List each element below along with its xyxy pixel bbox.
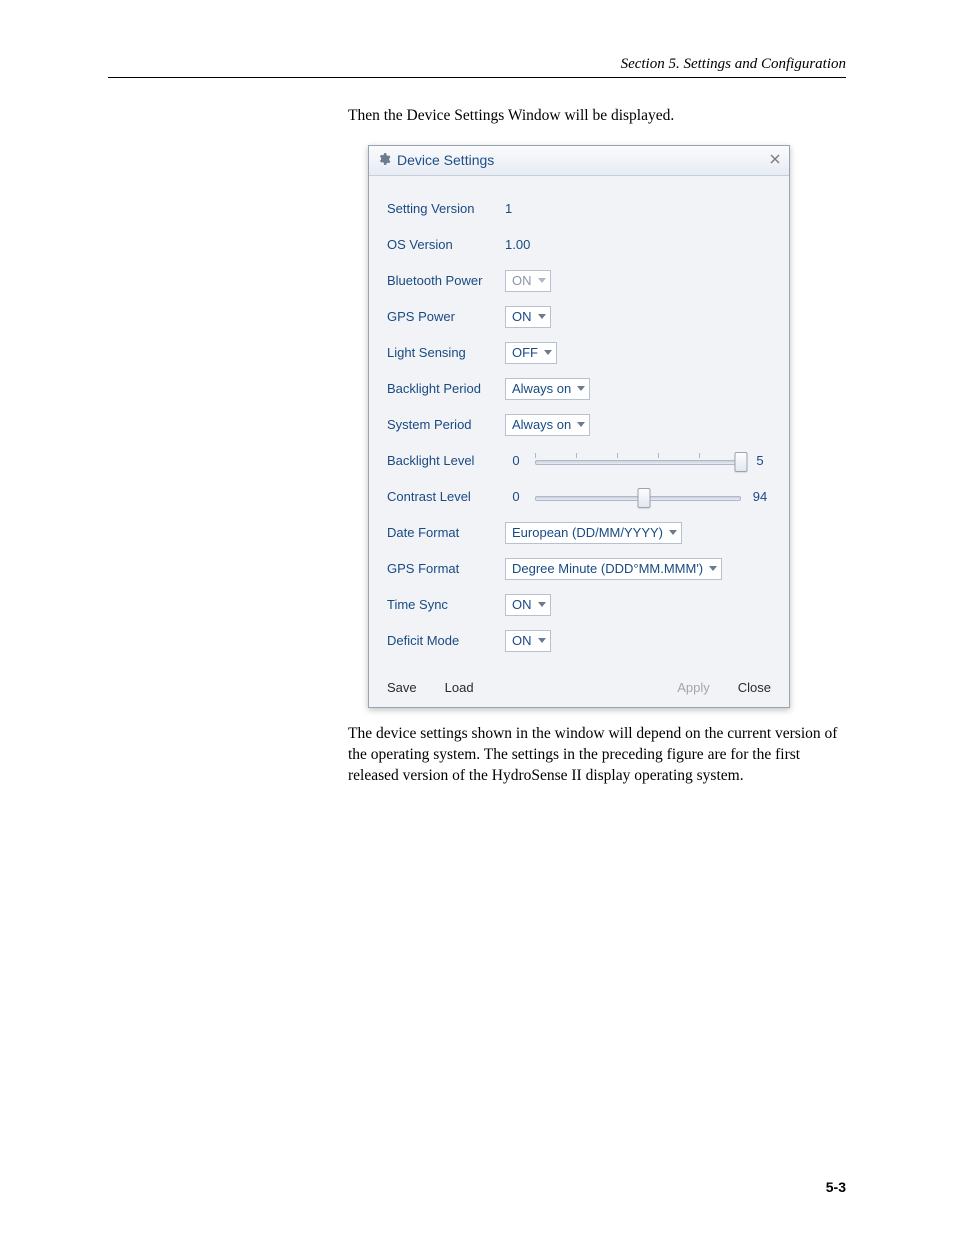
save-button[interactable]: Save bbox=[387, 680, 417, 695]
combo-gps-power[interactable]: ON bbox=[505, 306, 551, 328]
combo-deficit-mode-value: ON bbox=[512, 633, 532, 649]
slider-contrast-level[interactable] bbox=[535, 487, 741, 507]
combo-gps-format-value: Degree Minute (DDD°MM.MMM') bbox=[512, 561, 703, 577]
combo-time-sync[interactable]: ON bbox=[505, 594, 551, 616]
dialog-title: Device Settings bbox=[397, 152, 769, 168]
label-os-version: OS Version bbox=[387, 237, 505, 252]
contrast-level-min: 0 bbox=[505, 489, 527, 504]
backlight-level-max: 5 bbox=[749, 453, 771, 468]
combo-bluetooth-power-value: ON bbox=[512, 273, 532, 289]
combo-deficit-mode[interactable]: ON bbox=[505, 630, 551, 652]
chevron-down-icon bbox=[538, 278, 546, 283]
chevron-down-icon bbox=[538, 602, 546, 607]
dialog-body: Setting Version 1 OS Version 1.00 Blueto… bbox=[369, 176, 789, 670]
backlight-level-min: 0 bbox=[505, 453, 527, 468]
chevron-down-icon bbox=[538, 314, 546, 319]
row-gps-power: GPS Power ON bbox=[387, 304, 771, 330]
dialog-titlebar[interactable]: Device Settings bbox=[369, 146, 789, 176]
combo-gps-format[interactable]: Degree Minute (DDD°MM.MMM') bbox=[505, 558, 722, 580]
label-backlight-level: Backlight Level bbox=[387, 453, 505, 468]
combo-light-sensing-value: OFF bbox=[512, 345, 538, 361]
chevron-down-icon bbox=[709, 566, 717, 571]
load-button[interactable]: Load bbox=[445, 680, 474, 695]
label-system-period: System Period bbox=[387, 417, 505, 432]
header-rule bbox=[108, 77, 846, 78]
label-backlight-period: Backlight Period bbox=[387, 381, 505, 396]
row-date-format: Date Format European (DD/MM/YYYY) bbox=[387, 520, 771, 546]
gear-icon bbox=[377, 152, 391, 169]
combo-date-format-value: European (DD/MM/YYYY) bbox=[512, 525, 663, 541]
combo-system-period[interactable]: Always on bbox=[505, 414, 590, 436]
chevron-down-icon bbox=[577, 386, 585, 391]
page-number: 5-3 bbox=[826, 1179, 846, 1195]
label-setting-version: Setting Version bbox=[387, 201, 505, 216]
value-os-version: 1.00 bbox=[505, 237, 530, 252]
row-gps-format: GPS Format Degree Minute (DDD°MM.MMM') bbox=[387, 556, 771, 582]
combo-backlight-period-value: Always on bbox=[512, 381, 571, 397]
row-contrast-level: Contrast Level 0 94 bbox=[387, 484, 771, 510]
chevron-down-icon bbox=[538, 638, 546, 643]
intro-text: Then the Device Settings Window will be … bbox=[348, 106, 846, 127]
row-backlight-level: Backlight Level 0 5 bbox=[387, 448, 771, 474]
combo-time-sync-value: ON bbox=[512, 597, 532, 613]
label-bluetooth-power: Bluetooth Power bbox=[387, 273, 505, 288]
contrast-level-max: 94 bbox=[749, 489, 771, 504]
row-os-version: OS Version 1.00 bbox=[387, 232, 771, 258]
row-time-sync: Time Sync ON bbox=[387, 592, 771, 618]
row-light-sensing: Light Sensing OFF bbox=[387, 340, 771, 366]
outro-text: The device settings shown in the window … bbox=[348, 724, 846, 787]
device-settings-dialog: Device Settings Setting Version 1 OS Ver… bbox=[368, 145, 790, 708]
close-button[interactable]: Close bbox=[738, 680, 771, 695]
dialog-button-row: Save Load Apply Close bbox=[369, 670, 789, 707]
combo-system-period-value: Always on bbox=[512, 417, 571, 433]
row-deficit-mode: Deficit Mode ON bbox=[387, 628, 771, 654]
label-contrast-level: Contrast Level bbox=[387, 489, 505, 504]
label-date-format: Date Format bbox=[387, 525, 505, 540]
combo-bluetooth-power[interactable]: ON bbox=[505, 270, 551, 292]
section-header: Section 5. Settings and Configuration bbox=[108, 56, 846, 73]
chevron-down-icon bbox=[669, 530, 677, 535]
row-backlight-period: Backlight Period Always on bbox=[387, 376, 771, 402]
combo-light-sensing[interactable]: OFF bbox=[505, 342, 557, 364]
label-time-sync: Time Sync bbox=[387, 597, 505, 612]
label-deficit-mode: Deficit Mode bbox=[387, 633, 505, 648]
combo-backlight-period[interactable]: Always on bbox=[505, 378, 590, 400]
row-system-period: System Period Always on bbox=[387, 412, 771, 438]
label-gps-power: GPS Power bbox=[387, 309, 505, 324]
row-setting-version: Setting Version 1 bbox=[387, 196, 771, 222]
slider-backlight-level[interactable] bbox=[535, 451, 741, 471]
chevron-down-icon bbox=[544, 350, 552, 355]
combo-date-format[interactable]: European (DD/MM/YYYY) bbox=[505, 522, 682, 544]
value-setting-version: 1 bbox=[505, 201, 512, 216]
chevron-down-icon bbox=[577, 422, 585, 427]
label-light-sensing: Light Sensing bbox=[387, 345, 505, 360]
label-gps-format: GPS Format bbox=[387, 561, 505, 576]
apply-button[interactable]: Apply bbox=[677, 680, 710, 695]
row-bluetooth-power: Bluetooth Power ON bbox=[387, 268, 771, 294]
close-icon[interactable] bbox=[769, 153, 781, 168]
combo-gps-power-value: ON bbox=[512, 309, 532, 325]
